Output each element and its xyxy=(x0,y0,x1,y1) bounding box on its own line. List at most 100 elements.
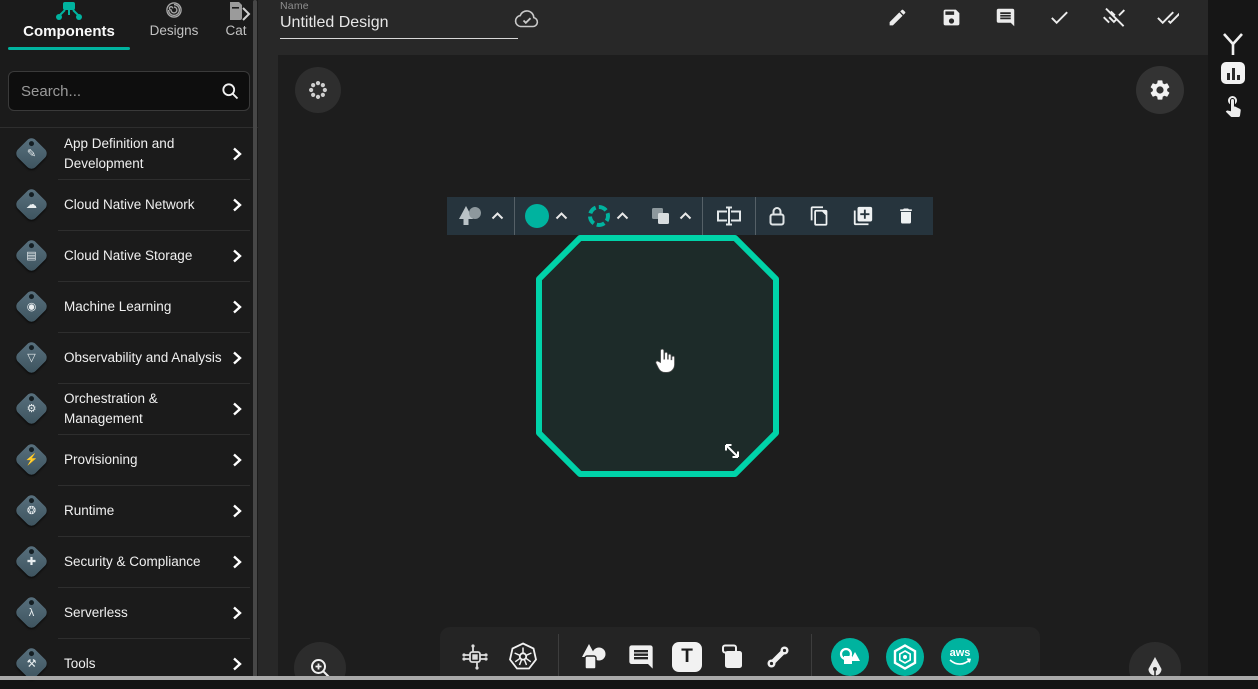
note-icon xyxy=(719,643,747,671)
chevron-up-icon xyxy=(679,212,692,220)
design-workspace: Name xyxy=(258,0,1208,680)
comment-button[interactable] xyxy=(993,5,1017,29)
table-icon[interactable] xyxy=(1221,0,1245,10)
trash-icon xyxy=(896,205,916,227)
freehand-draw-button[interactable] xyxy=(1129,642,1181,680)
category-label: App Definition and Development xyxy=(54,134,232,173)
copy-icon xyxy=(809,205,830,227)
tab-designs[interactable]: Designs xyxy=(138,0,210,52)
gear-icon xyxy=(1148,78,1172,102)
tabs-scroll-right-icon[interactable] xyxy=(240,6,252,22)
design-name-input[interactable] xyxy=(280,12,518,39)
delete-button[interactable] xyxy=(885,197,927,235)
right-tool-strip xyxy=(1208,0,1258,680)
comment-tool-button[interactable] xyxy=(627,643,655,671)
tag-icon: ▤ xyxy=(8,243,54,268)
tab-components[interactable]: Components xyxy=(8,0,130,52)
save-icon xyxy=(941,7,962,28)
edge-tool-button[interactable] xyxy=(764,643,792,671)
duplicate-button[interactable] xyxy=(841,197,885,235)
chevron-up-icon xyxy=(491,212,504,220)
touch-mode-icon[interactable] xyxy=(1221,92,1245,118)
tab-catalog-label: Cat xyxy=(225,23,246,38)
lock-icon xyxy=(767,205,787,227)
merge-y-icon[interactable] xyxy=(1219,30,1247,58)
shapes-tool-button[interactable] xyxy=(578,642,610,672)
category-label: Tools xyxy=(54,654,232,674)
loading-flower-button[interactable] xyxy=(295,67,341,113)
aws-library-button[interactable]: aws xyxy=(941,638,979,676)
validate-button[interactable] xyxy=(1047,5,1071,29)
canvas-settings-button[interactable] xyxy=(1136,66,1184,114)
name-field-label: Name xyxy=(280,0,518,12)
chevron-right-icon xyxy=(232,402,248,416)
chevron-up-icon xyxy=(616,212,629,220)
check-icon xyxy=(1048,6,1071,29)
shapes-library-button[interactable] xyxy=(831,638,869,676)
text-tool-icon: T xyxy=(672,642,702,672)
gcp-library-button[interactable] xyxy=(886,638,924,676)
chevron-right-icon xyxy=(232,198,248,212)
edit-button[interactable] xyxy=(885,5,909,29)
fill-color-button[interactable] xyxy=(515,197,578,235)
layers-icon xyxy=(649,205,673,227)
components-tool-button[interactable] xyxy=(460,642,490,672)
header-actions xyxy=(885,5,1179,29)
canvas-dock: T xyxy=(440,627,1040,680)
category-label: Serverless xyxy=(54,603,232,623)
search-input[interactable] xyxy=(21,83,220,100)
tag-icon: ✚ xyxy=(8,549,54,574)
tag-icon: ◉ xyxy=(8,294,54,319)
category-row-app-definition[interactable]: ✎ App Definition and Development xyxy=(0,128,258,179)
dry-run-button[interactable] xyxy=(1101,5,1125,29)
design-canvas[interactable]: T xyxy=(278,55,1208,680)
chart-button[interactable] xyxy=(1221,62,1245,84)
note-tool-button[interactable] xyxy=(719,643,747,671)
chevron-right-icon xyxy=(232,606,248,620)
components-sidebar: Components Designs Cat xyxy=(0,0,258,680)
pencil-icon xyxy=(887,7,908,28)
text-tool-button[interactable]: T xyxy=(672,642,702,672)
category-row-cloud-native-network[interactable]: ☁ Cloud Native Network xyxy=(0,179,258,230)
chevron-right-icon xyxy=(232,147,248,161)
zoom-in-button[interactable] xyxy=(294,642,346,680)
chevron-right-icon xyxy=(232,657,248,671)
tag-icon: ❂ xyxy=(8,498,54,523)
horizontal-scrollbar[interactable] xyxy=(0,676,1258,680)
category-row-runtime[interactable]: ❂ Runtime xyxy=(0,485,258,536)
category-row-serverless[interactable]: λ Serverless xyxy=(0,587,258,638)
kubernetes-tool-button[interactable] xyxy=(507,641,539,673)
chevron-right-icon xyxy=(232,249,248,263)
resize-button[interactable] xyxy=(703,197,755,235)
category-label: Provisioning xyxy=(54,450,232,470)
comment-icon xyxy=(995,7,1016,28)
copy-button[interactable] xyxy=(798,197,841,235)
tab-designs-label: Designs xyxy=(150,23,199,38)
hexagon-icon xyxy=(892,644,918,670)
category-label: Cloud Native Network xyxy=(54,195,232,215)
category-row-tools[interactable]: ⚒ Tools xyxy=(0,638,258,689)
category-row-orchestration[interactable]: ⚙ Orchestration & Management xyxy=(0,383,258,434)
chevron-right-icon xyxy=(232,351,248,365)
category-row-security[interactable]: ✚ Security & Compliance xyxy=(0,536,258,587)
category-row-observability[interactable]: ▽ Observability and Analysis xyxy=(0,332,258,383)
deploy-button[interactable] xyxy=(1155,5,1179,29)
lock-button[interactable] xyxy=(756,197,798,235)
topology-icon xyxy=(54,0,84,20)
category-row-machine-learning[interactable]: ◉ Machine Learning xyxy=(0,281,258,332)
chevron-right-icon xyxy=(232,453,248,467)
stroke-style-button[interactable] xyxy=(578,197,639,235)
arrange-button[interactable] xyxy=(639,197,702,235)
resize-handle-icon[interactable] xyxy=(719,438,745,464)
selection-context-toolbar xyxy=(447,197,933,235)
category-row-provisioning[interactable]: ⚡ Provisioning xyxy=(0,434,258,485)
tag-icon: ☁ xyxy=(8,192,54,217)
shape-picker-button[interactable] xyxy=(447,197,514,235)
category-row-cloud-native-storage[interactable]: ▤ Cloud Native Storage xyxy=(0,230,258,281)
tag-icon: ▽ xyxy=(8,345,54,370)
save-button[interactable] xyxy=(939,5,963,29)
sidebar-scrollbar[interactable] xyxy=(253,0,257,680)
chart-bar xyxy=(1237,75,1240,80)
shapes-icon xyxy=(457,203,485,229)
comment-icon xyxy=(627,643,655,671)
